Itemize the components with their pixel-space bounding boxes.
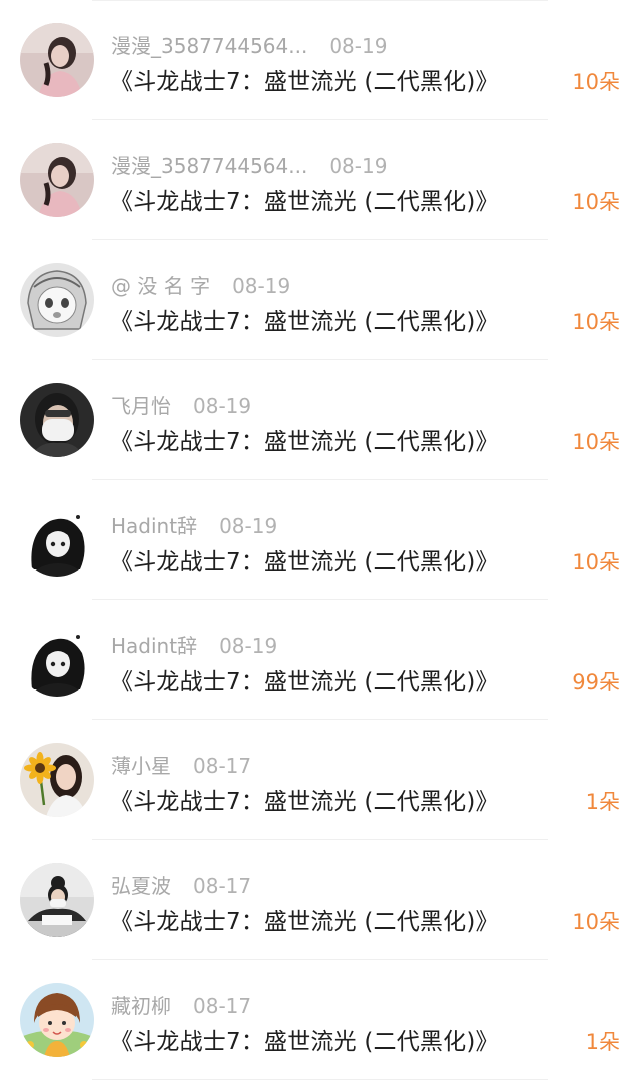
user-avatar[interactable] — [20, 503, 94, 577]
username[interactable]: Hadint辞 — [111, 634, 197, 658]
gift-record-row[interactable]: 薄小星 08-17 《斗龙战士7：盛世流光 (二代黑化)》 1朵 — [0, 720, 640, 840]
gift-amount: 10朵 — [572, 70, 620, 94]
gift-record-row[interactable]: 藏初柳 08-17 《斗龙战士7：盛世流光 (二代黑化)》 1朵 — [0, 960, 640, 1080]
gift-amount: 10朵 — [572, 550, 620, 574]
gift-meta: 飞月怡 08-19 — [111, 390, 252, 418]
user-avatar[interactable] — [20, 983, 94, 1057]
username[interactable]: 薄小星 — [111, 754, 171, 778]
gift-record-row[interactable]: Hadint辞 08-19 《斗龙战士7：盛世流光 (二代黑化)》 99朵 — [0, 600, 640, 720]
book-title[interactable]: 《斗龙战士7：盛世流光 (二代黑化)》 — [110, 662, 499, 696]
girl-pink-avatar-icon — [20, 23, 94, 97]
gift-amount: 10朵 — [572, 310, 620, 334]
gift-amount: 99朵 — [572, 670, 620, 694]
cartoon-kid-avatar-icon — [20, 983, 94, 1057]
book-title[interactable]: 《斗龙战士7：盛世流光 (二代黑化)》 — [110, 182, 499, 216]
gift-amount: 1朵 — [585, 790, 620, 814]
gift-meta: Hadint辞 08-19 — [111, 510, 278, 538]
username[interactable]: Hadint辞 — [111, 514, 197, 538]
user-avatar[interactable] — [20, 623, 94, 697]
gift-record-list: 漫漫_3587744564... 08-19 《斗龙战士7：盛世流光 (二代黑化)… — [0, 0, 640, 1081]
username[interactable]: 漫漫_3587744564... — [111, 34, 307, 58]
gift-meta: 漫漫_3587744564... 08-19 — [111, 30, 388, 58]
gift-record-row[interactable]: @ 没 名 字 08-19 《斗龙战士7：盛世流光 (二代黑化)》 10朵 — [0, 240, 640, 360]
username[interactable]: 藏初柳 — [111, 994, 171, 1018]
gift-date: 08-19 — [193, 394, 252, 418]
book-title[interactable]: 《斗龙战士7：盛世流光 (二代黑化)》 — [110, 782, 499, 816]
gift-amount: 10朵 — [572, 430, 620, 454]
book-title[interactable]: 《斗龙战士7：盛世流光 (二代黑化)》 — [110, 542, 499, 576]
gift-date: 08-19 — [329, 34, 388, 58]
gift-date: 08-19 — [219, 514, 278, 538]
girl-pink-avatar-icon — [20, 143, 94, 217]
gift-amount: 1朵 — [585, 1030, 620, 1054]
gift-date: 08-17 — [193, 874, 252, 898]
book-title[interactable]: 《斗龙战士7：盛世流光 (二代黑化)》 — [110, 1022, 499, 1056]
gift-date: 08-19 — [329, 154, 388, 178]
dark-anime-avatar-icon — [20, 503, 94, 577]
username[interactable]: 漫漫_3587744564... — [111, 154, 307, 178]
gift-record-row[interactable]: 飞月怡 08-19 《斗龙战士7：盛世流光 (二代黑化)》 10朵 — [0, 360, 640, 480]
gift-record-row[interactable]: 漫漫_3587744564... 08-19 《斗龙战士7：盛世流光 (二代黑化)… — [0, 0, 640, 120]
anime-girl-avatar-icon — [20, 263, 94, 337]
gift-meta: 漫漫_3587744564... 08-19 — [111, 150, 388, 178]
gift-meta: Hadint辞 08-19 — [111, 630, 278, 658]
gift-amount: 10朵 — [572, 190, 620, 214]
username[interactable]: @ 没 名 字 — [111, 274, 210, 298]
user-avatar[interactable] — [20, 23, 94, 97]
user-avatar[interactable] — [20, 743, 94, 817]
sunflower-girl-avatar-icon — [20, 743, 94, 817]
user-avatar[interactable] — [20, 863, 94, 937]
dark-anime-avatar-icon — [20, 623, 94, 697]
gift-record-row[interactable]: 漫漫_3587744564... 08-19 《斗龙战士7：盛世流光 (二代黑化)… — [0, 120, 640, 240]
gift-meta: 弘夏波 08-17 — [111, 870, 252, 898]
user-avatar[interactable] — [20, 263, 94, 337]
username[interactable]: 飞月怡 — [111, 394, 171, 418]
book-title[interactable]: 《斗龙战士7：盛世流光 (二代黑化)》 — [110, 302, 499, 336]
user-avatar[interactable] — [20, 143, 94, 217]
row-divider — [92, 1079, 548, 1080]
gift-meta: @ 没 名 字 08-19 — [111, 270, 291, 298]
user-avatar[interactable] — [20, 383, 94, 457]
gift-date: 08-17 — [193, 994, 252, 1018]
masked-person-avatar-icon — [20, 383, 94, 457]
book-title[interactable]: 《斗龙战士7：盛世流光 (二代黑化)》 — [110, 62, 499, 96]
gift-record-row[interactable]: 弘夏波 08-17 《斗龙战士7：盛世流光 (二代黑化)》 10朵 — [0, 840, 640, 960]
book-title[interactable]: 《斗龙战士7：盛世流光 (二代黑化)》 — [110, 902, 499, 936]
gift-date: 08-17 — [193, 754, 252, 778]
book-title[interactable]: 《斗龙战士7：盛世流光 (二代黑化)》 — [110, 422, 499, 456]
username[interactable]: 弘夏波 — [111, 874, 171, 898]
gift-record-row[interactable]: Hadint辞 08-19 《斗龙战士7：盛世流光 (二代黑化)》 10朵 — [0, 480, 640, 600]
person-desk-avatar-icon — [20, 863, 94, 937]
gift-meta: 藏初柳 08-17 — [111, 990, 252, 1018]
gift-meta: 薄小星 08-17 — [111, 750, 252, 778]
gift-date: 08-19 — [219, 634, 278, 658]
gift-amount: 10朵 — [572, 910, 620, 934]
gift-date: 08-19 — [232, 274, 291, 298]
